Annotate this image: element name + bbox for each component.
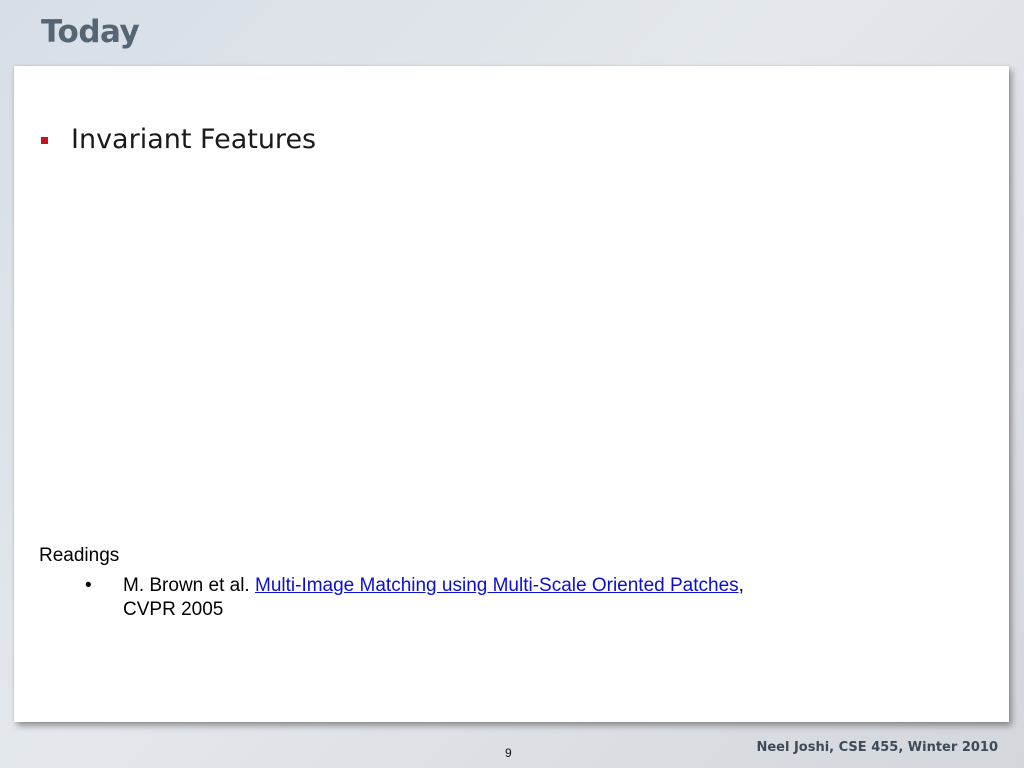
bullet-text: Invariant Features bbox=[71, 124, 317, 155]
reading-item: • M. Brown et al. Multi-Image Matching u… bbox=[85, 574, 885, 622]
content-panel: Invariant Features bbox=[14, 66, 1009, 722]
readings-heading: Readings bbox=[39, 545, 120, 566]
reading-venue: CVPR 2005 bbox=[123, 599, 224, 620]
page-number: 9 bbox=[505, 746, 512, 760]
reading-citation: M. Brown et al. Multi-Image Matching usi… bbox=[123, 574, 885, 622]
bullet-item: Invariant Features bbox=[41, 124, 316, 155]
footer-credit: Neel Joshi, CSE 455, Winter 2010 bbox=[756, 740, 998, 755]
square-bullet-icon bbox=[41, 137, 48, 144]
bullet-dot-icon: • bbox=[85, 575, 92, 596]
paper-link[interactable]: Multi-Image Matching using Multi-Scale O… bbox=[255, 575, 739, 596]
slide-title: Today bbox=[41, 14, 140, 50]
reading-authors: M. Brown et al. bbox=[123, 575, 255, 596]
reading-punctuation: , bbox=[738, 575, 744, 596]
